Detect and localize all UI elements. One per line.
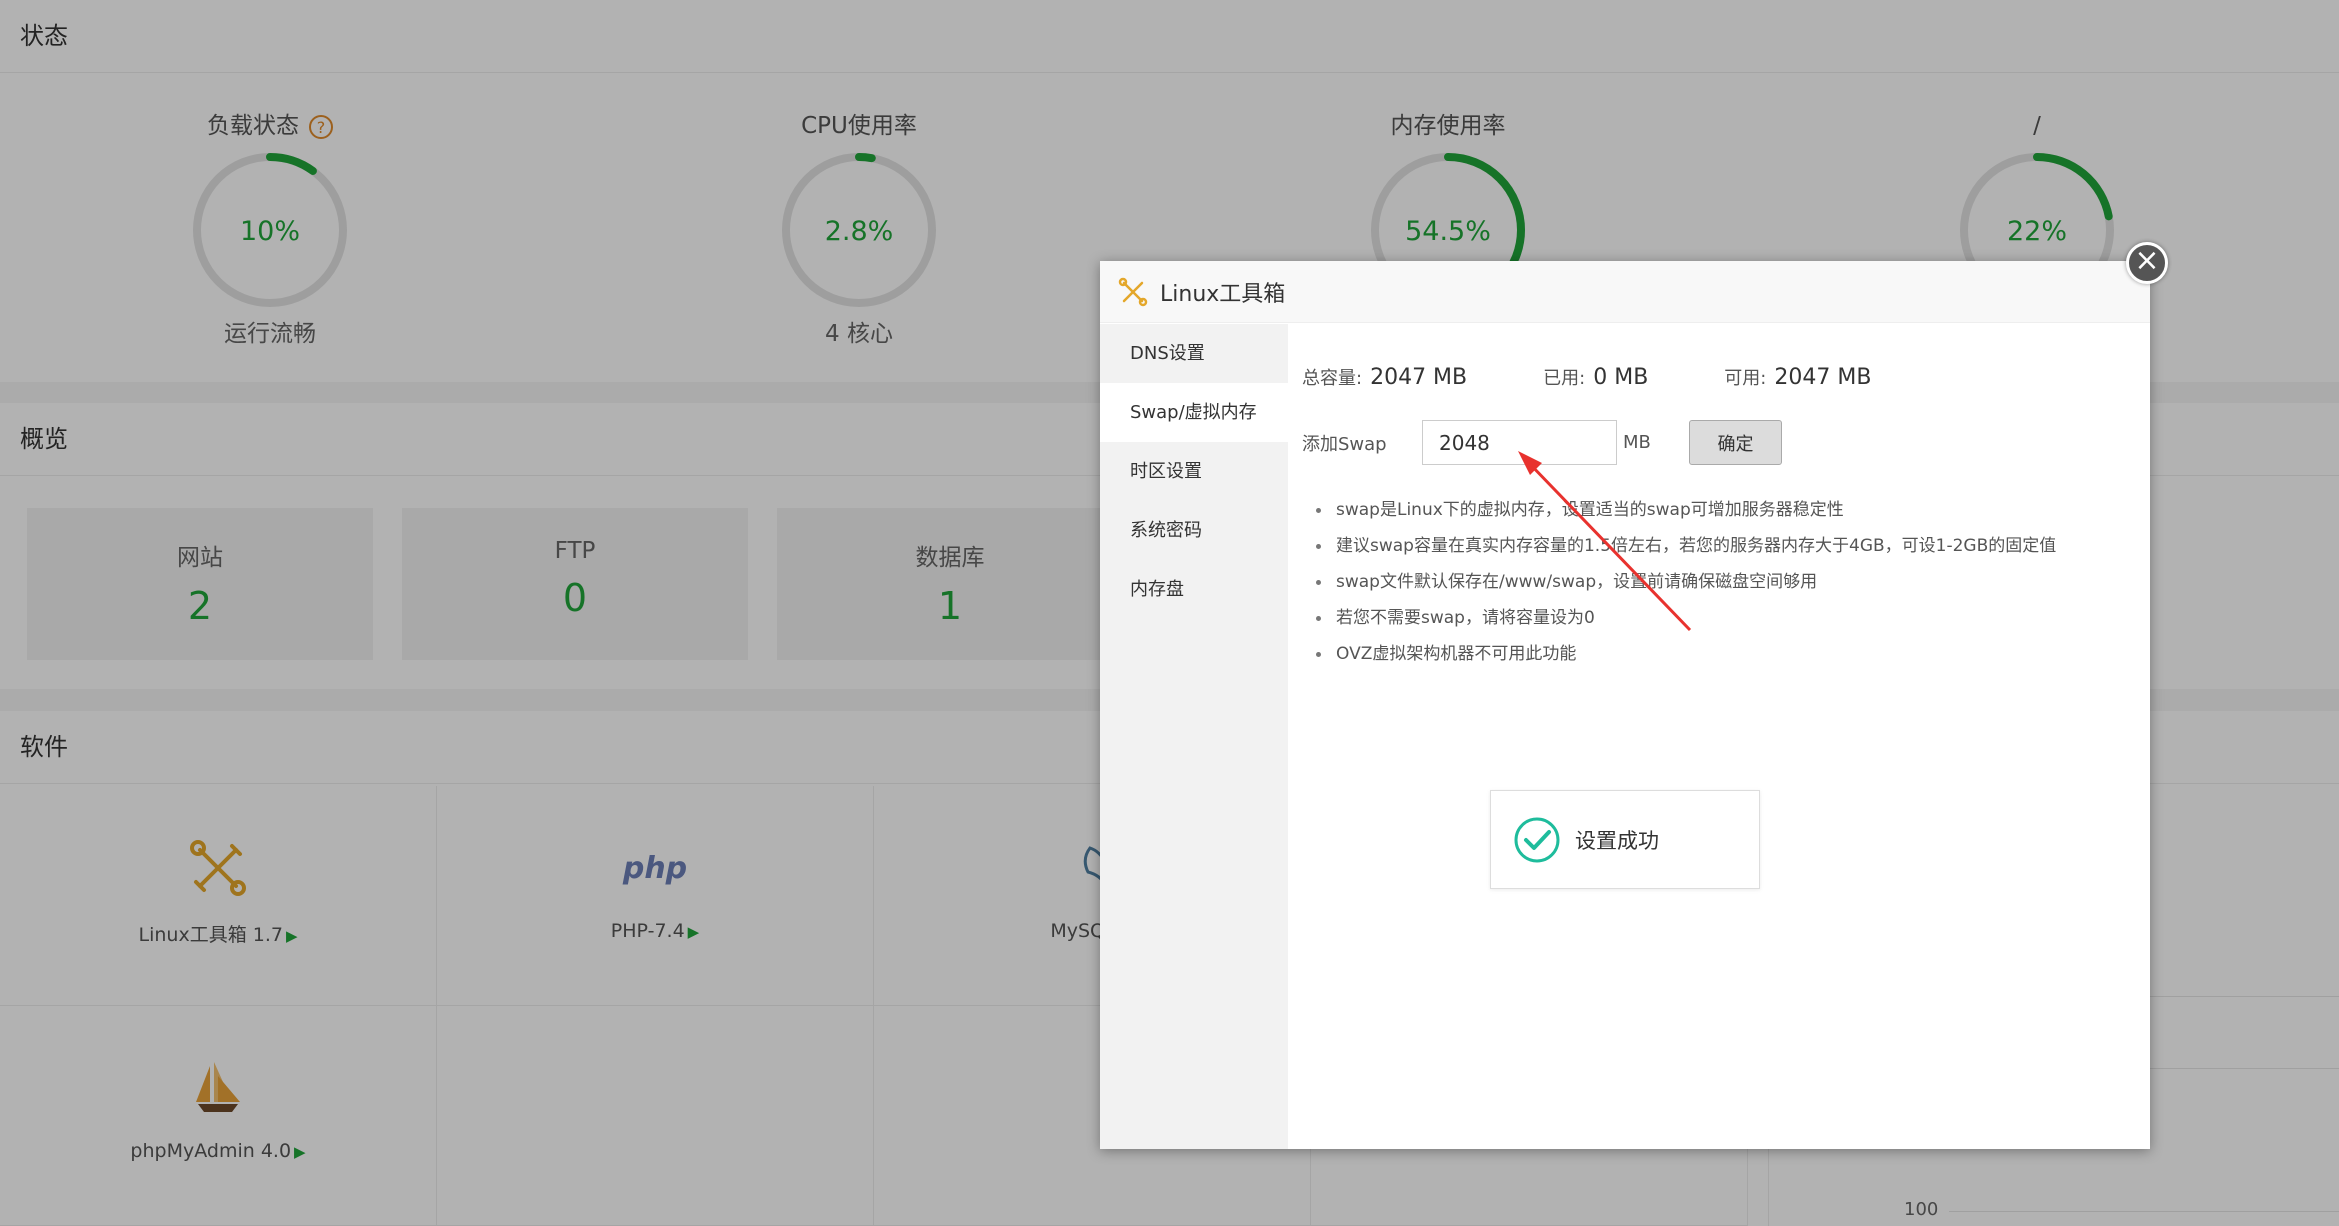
close-icon[interactable]: ×: [2126, 242, 2168, 284]
tools-icon: [1118, 277, 1148, 306]
free-value: 2047 MB: [1774, 365, 1872, 390]
tip-item: 若您不需要swap，请将容量设为0: [1316, 600, 2056, 636]
swap-panel: 总容量: 2047 MB 已用: 0 MB 可用: 2047 MB 添加Swap MB…: [1288, 324, 2150, 1149]
dialog-title: Linux工具箱: [1160, 281, 1286, 307]
add-swap-row: 添加Swap MB 确定: [1302, 420, 1782, 465]
menu-timezone[interactable]: 时区设置: [1100, 442, 1288, 501]
total-label: 总容量:: [1302, 368, 1363, 389]
swap-size-input[interactable]: [1422, 420, 1617, 465]
check-circle-icon: [1514, 817, 1560, 862]
used-label: 已用:: [1543, 368, 1586, 389]
free-label: 可用:: [1724, 368, 1767, 389]
tip-item: 建议swap容量在真实内存容量的1.5倍左右，若您的服务器内存大于4GB，可设1…: [1316, 528, 2056, 564]
dialog-header: Linux工具箱: [1100, 261, 2150, 323]
swap-tips-list: swap是Linux下的虚拟内存，设置适当的swap可增加服务器稳定性 建议sw…: [1316, 492, 2056, 672]
capacity-summary: 总容量: 2047 MB 已用: 0 MB 可用: 2047 MB: [1302, 364, 1947, 390]
confirm-button[interactable]: 确定: [1689, 420, 1782, 465]
add-swap-label: 添加Swap: [1302, 433, 1387, 455]
total-value: 2047 MB: [1370, 365, 1468, 390]
tip-item: swap是Linux下的虚拟内存，设置适当的swap可增加服务器稳定性: [1316, 492, 2056, 528]
used-value: 0 MB: [1593, 365, 1649, 390]
toast-message: 设置成功: [1575, 828, 1659, 853]
success-toast: 设置成功: [1490, 790, 1760, 889]
swap-unit-label: MB: [1623, 432, 1651, 453]
menu-dns-settings[interactable]: DNS设置: [1100, 324, 1288, 383]
menu-swap[interactable]: Swap/虚拟内存: [1100, 383, 1288, 442]
linux-toolbox-dialog: Linux工具箱 DNS设置 Swap/虚拟内存 时区设置 系统密码 内存盘 总…: [1100, 261, 2150, 1149]
dialog-sidebar: DNS设置 Swap/虚拟内存 时区设置 系统密码 内存盘: [1100, 324, 1288, 1149]
menu-ramdisk[interactable]: 内存盘: [1100, 560, 1288, 619]
menu-system-password[interactable]: 系统密码: [1100, 501, 1288, 560]
tip-item: OVZ虚拟架构机器不可用此功能: [1316, 636, 2056, 672]
tip-item: swap文件默认保存在/www/swap，设置前请确保磁盘空间够用: [1316, 564, 2056, 600]
